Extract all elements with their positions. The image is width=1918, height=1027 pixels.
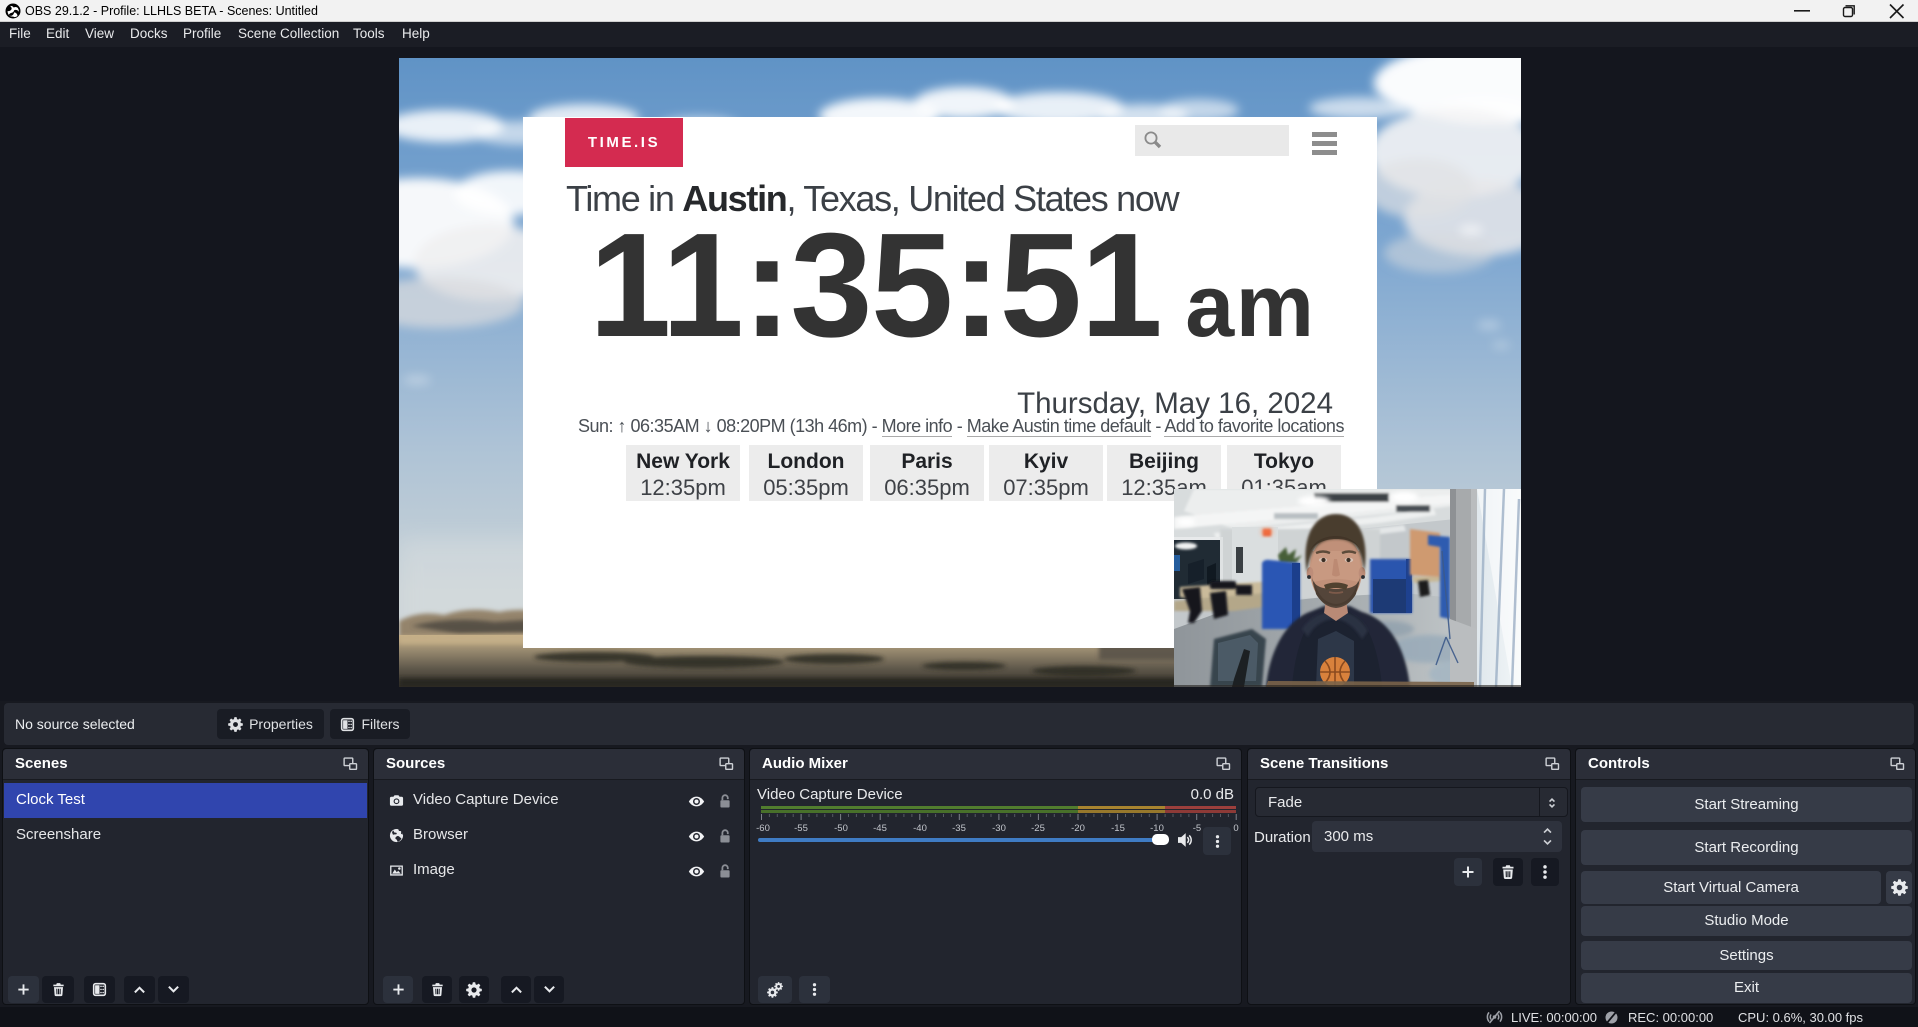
svg-text:-60: -60: [756, 823, 770, 834]
svg-text:-5: -5: [1193, 823, 1201, 834]
svg-text:-35: -35: [952, 823, 966, 834]
svg-text:-20: -20: [1071, 823, 1085, 834]
svg-text:-40: -40: [913, 823, 927, 834]
svg-text:-50: -50: [834, 823, 848, 834]
svg-text:-25: -25: [1031, 823, 1045, 834]
svg-text:-45: -45: [873, 823, 887, 834]
svg-text:0: 0: [1233, 823, 1238, 834]
svg-text:-15: -15: [1111, 823, 1125, 834]
svg-text:-30: -30: [992, 823, 1006, 834]
svg-text:-10: -10: [1150, 823, 1164, 834]
svg-text:-55: -55: [794, 823, 808, 834]
